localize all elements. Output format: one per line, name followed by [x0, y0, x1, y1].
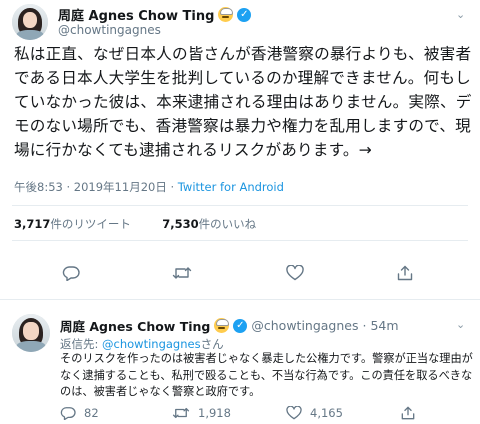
retweet-count: 1,918 [198, 406, 231, 420]
likes-label: 件のいいね [198, 217, 257, 231]
reply-icon [62, 266, 80, 281]
author-handle[interactable]: @chowtingagnes [251, 318, 358, 333]
likes-count: 7,530 [162, 217, 199, 231]
retweets-stat[interactable]: 3,717件のリツイート [14, 217, 131, 231]
chevron-down-icon[interactable]: ⌄ [456, 8, 465, 21]
avatar[interactable] [12, 4, 48, 40]
reply-count: 82 [84, 406, 99, 420]
reply-to-suffix: さん [200, 337, 224, 351]
heart-icon [286, 265, 304, 281]
reply-button[interactable] [62, 265, 80, 281]
tweet-meta: 午後8:53 · 2019年11月20日 · Twitter for Andro… [14, 179, 284, 195]
share-icon [401, 406, 415, 420]
reply-to-line: 返信先: @chowtingagnesさん [60, 336, 224, 352]
author-name-row[interactable]: 周庭 Agnes Chow Ting ✓ [58, 5, 252, 24]
retweets-label: 件のリツイート [50, 217, 131, 231]
retweet-icon [172, 407, 190, 419]
share-icon [397, 265, 413, 281]
retweets-count: 3,717 [14, 217, 51, 231]
verified-badge-icon: ✓ [237, 7, 252, 22]
retweet-icon [172, 267, 192, 279]
grinning-face-emoji-icon [218, 7, 234, 22]
reply-tweet-actions: 82 1,918 4,165 [60, 405, 470, 421]
reply-to-mention[interactable]: @chowtingagnes [102, 337, 201, 351]
timestamp[interactable]: 午後8:53 · 2019年11月20日 · [14, 180, 178, 194]
author-handle[interactable]: @chowtingagnes [58, 23, 161, 37]
likes-stat[interactable]: 7,530件のいいね [162, 217, 256, 231]
divider [12, 205, 468, 206]
divider [12, 240, 468, 241]
tweet-source-link[interactable]: Twitter for Android [178, 180, 284, 194]
retweet-button[interactable] [172, 265, 192, 281]
relative-time[interactable]: · 54m [363, 318, 399, 333]
share-button[interactable] [396, 265, 414, 281]
tweet-text: 私は正直、なぜ日本人の皆さんが香港警察の暴行よりも、被害者である日本人大学生を批… [14, 45, 472, 159]
retweet-button[interactable]: 1,918 [172, 406, 231, 420]
reply-tweet[interactable]: 周庭 Agnes Chow Ting ✓ @chowtingagnes · 54… [0, 304, 480, 424]
share-button[interactable] [400, 406, 416, 420]
chevron-down-icon[interactable]: ⌄ [456, 318, 465, 331]
display-name[interactable]: 周庭 Agnes Chow Ting [60, 316, 210, 335]
divider [0, 299, 480, 300]
display-name[interactable]: 周庭 Agnes Chow Ting [58, 5, 214, 24]
like-count: 4,165 [310, 406, 343, 420]
verified-badge-icon: ✓ [233, 318, 248, 333]
reply-button[interactable]: 82 [60, 406, 99, 420]
like-button[interactable] [286, 265, 304, 281]
main-tweet-actions [0, 262, 480, 284]
grinning-face-emoji-icon [214, 318, 230, 333]
reply-icon [60, 407, 76, 420]
heart-icon [286, 406, 302, 420]
reply-author-row: 周庭 Agnes Chow Ting ✓ @chowtingagnes · 54… [60, 316, 399, 335]
main-tweet[interactable]: 周庭 Agnes Chow Ting ✓ @chowtingagnes ⌄ 私は… [0, 0, 480, 300]
reply-text: そのリスクを作ったのは被害者じゃなく暴走した公権力です。警察が正当な理由がなく逮… [60, 352, 473, 398]
like-button[interactable]: 4,165 [286, 406, 343, 420]
reply-to-prefix: 返信先: [60, 337, 103, 351]
engagement-stats: 3,717件のリツイート 7,530件のいいね [14, 216, 256, 232]
avatar[interactable] [12, 314, 50, 352]
